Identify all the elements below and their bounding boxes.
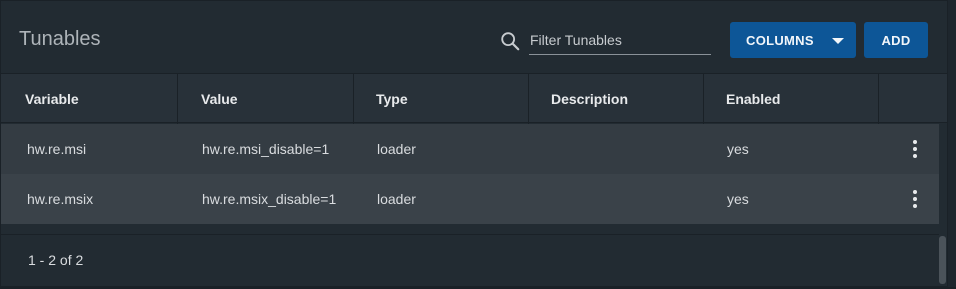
columns-button[interactable]: COLUMNS	[730, 22, 856, 58]
table-row[interactable]: hw.re.msi hw.re.msi_disable=1 loader yes	[1, 124, 939, 174]
cell-type: loader	[377, 191, 416, 207]
filter-search-field	[529, 25, 711, 55]
cell-variable: hw.re.msi	[27, 141, 87, 157]
table-footer: 1 - 2 of 2	[1, 234, 947, 286]
column-divider	[878, 74, 879, 124]
column-header-description[interactable]: Description	[527, 74, 703, 124]
column-header-type[interactable]: Type	[352, 74, 528, 124]
column-header-variable[interactable]: Variable	[1, 74, 177, 124]
card-header: Tunables COLUMNS ADD	[1, 1, 947, 73]
cell-enabled: yes	[727, 191, 749, 207]
columns-button-label: COLUMNS	[746, 32, 814, 48]
cell-description	[526, 174, 552, 224]
more-vert-icon[interactable]	[907, 139, 923, 159]
cell-variable: hw.re.msix	[27, 191, 94, 207]
scrollbar-thumb[interactable]	[939, 236, 946, 284]
more-vert-icon[interactable]	[907, 189, 923, 209]
table-header-row: Variable Value Type Description Enabled	[1, 73, 947, 124]
page-title: Tunables	[19, 28, 101, 50]
search-icon[interactable]	[499, 30, 521, 52]
cell-type: loader	[377, 141, 416, 157]
tunables-card: Tunables COLUMNS ADD Variable Value Type…	[0, 0, 948, 287]
table-row[interactable]: hw.re.msix hw.re.msix_disable=1 loader y…	[1, 174, 939, 224]
cell-value: hw.re.msi_disable=1	[202, 141, 330, 157]
caret-down-icon	[832, 38, 844, 44]
filter-tunables-input[interactable]	[529, 25, 711, 54]
cell-value: hw.re.msix_disable=1	[202, 191, 337, 207]
column-header-value[interactable]: Value	[177, 74, 353, 124]
cell-description	[526, 124, 552, 174]
column-header-enabled[interactable]: Enabled	[702, 74, 878, 124]
add-button[interactable]: ADD	[864, 22, 928, 58]
cell-enabled: yes	[727, 141, 749, 157]
pagination-text: 1 - 2 of 2	[28, 252, 84, 268]
